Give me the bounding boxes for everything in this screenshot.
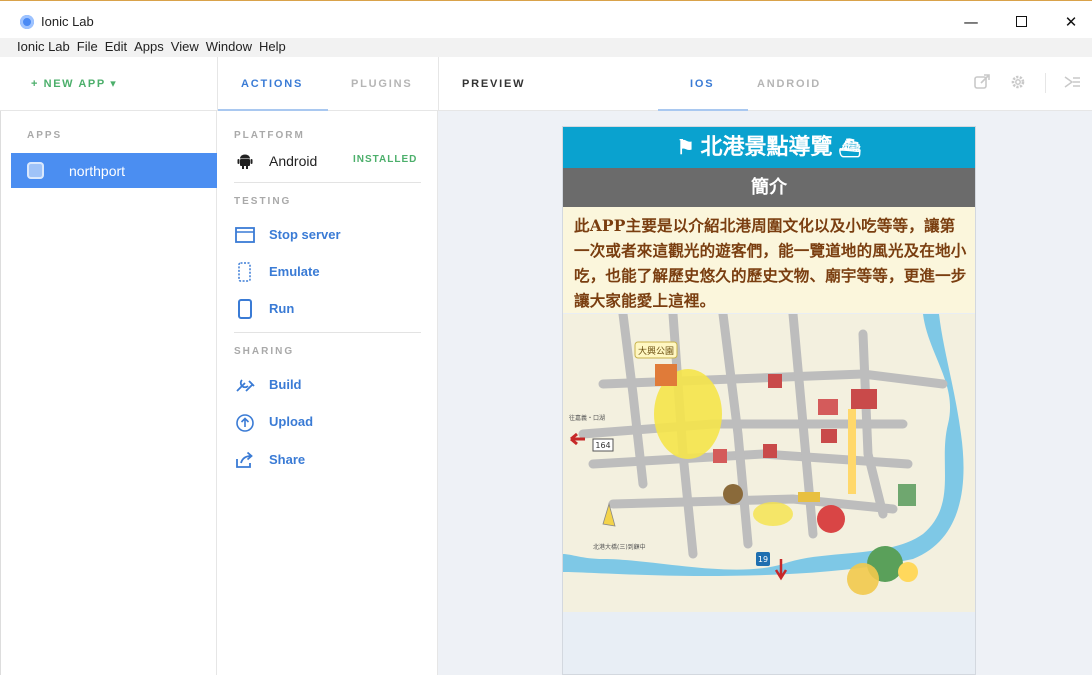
flag-icon: ⚑ — [676, 135, 695, 159]
sidebar-item-northport[interactable]: northport — [11, 153, 217, 188]
installed-badge: INSTALLED — [353, 154, 418, 165]
map-bottom-note: 北港大橋(三)到顧中 — [593, 543, 646, 551]
map-route-19: 19 — [758, 555, 768, 564]
new-app-button[interactable]: + NEW APP ▾ — [31, 77, 117, 90]
intro-heading: 簡介 — [563, 168, 975, 207]
stop-server-label: Stop server — [269, 227, 341, 242]
title-bar: Ionic Lab — ✕ — [0, 0, 1092, 38]
phone-icon — [234, 299, 256, 319]
platform-name: Android — [269, 153, 318, 169]
map-left-note: 往嘉義・口湖 — [569, 414, 605, 422]
tourist-map-image: 大興公園 164 往嘉義・口湖 19 北港大橋(三)到顧中 — [563, 309, 975, 612]
minimize-button[interactable]: — — [960, 11, 982, 33]
share-icon — [234, 450, 256, 470]
app-header-title: 北港景點導覽 — [700, 134, 833, 160]
device-preview[interactable]: ⚑ 北港景點導覽 ⛴ 簡介 此APP主要是以介紹北港周圍文化以及小吃等等，讓第一次或… — [562, 126, 976, 675]
tab-plugins[interactable]: PLUGINS — [351, 78, 413, 90]
upload-icon — [234, 412, 256, 432]
upload-label: Upload — [269, 414, 314, 429]
menu-view[interactable]: View — [171, 38, 199, 57]
ionic-app-icon — [20, 15, 34, 29]
maximize-button[interactable] — [1010, 11, 1032, 33]
android-icon — [237, 154, 253, 169]
toolbar-divider — [1045, 73, 1046, 93]
actions-panel: PLATFORM Android INSTALLED TESTING Stop … — [217, 111, 438, 675]
app-header: ⚑ 北港景點導覽 ⛴ — [563, 127, 975, 168]
menu-window[interactable]: Window — [206, 38, 252, 57]
apps-heading: APPS — [27, 130, 63, 141]
wrench-icon — [234, 375, 256, 395]
divider — [234, 332, 421, 333]
platform-heading: PLATFORM — [234, 130, 305, 141]
close-button[interactable]: ✕ — [1060, 11, 1082, 33]
share-button[interactable]: Share — [234, 449, 424, 471]
intro-text: 此APP主要是以介紹北港周圍文化以及小吃等等，讓第一次或者來這觀光的遊客們，能一… — [563, 207, 975, 313]
browser-window-icon — [234, 225, 256, 245]
map-label-park: 大興公園 — [638, 345, 674, 357]
emulate-label: Emulate — [269, 264, 320, 279]
stop-server-button[interactable]: Stop server — [234, 224, 424, 246]
external-link-icon[interactable] — [973, 73, 991, 91]
menu-file[interactable]: File — [77, 38, 98, 57]
sharing-heading: SHARING — [234, 346, 295, 357]
map-route-164: 164 — [595, 441, 610, 450]
window-title: Ionic Lab — [41, 14, 94, 29]
menu-bar: Ionic Lab File Edit Apps View Window Hel… — [0, 38, 1092, 57]
tab-actions[interactable]: ACTIONS — [241, 78, 303, 90]
collapse-panel-icon[interactable] — [1063, 73, 1081, 91]
run-label: Run — [269, 301, 295, 316]
app-name: northport — [69, 163, 126, 179]
apps-sidebar: APPS northport — [0, 111, 217, 675]
dashed-phone-icon — [234, 262, 256, 282]
content-bottom-space — [563, 612, 975, 674]
tab-android[interactable]: ANDROID — [757, 78, 821, 90]
menu-ionic-lab[interactable]: Ionic Lab — [17, 38, 70, 57]
app-icon — [27, 162, 44, 179]
build-button[interactable]: Build — [234, 374, 424, 396]
menu-apps[interactable]: Apps — [134, 38, 164, 57]
toolbar-divider — [438, 57, 439, 111]
preview-area: ⚑ 北港景點導覽 ⛴ 簡介 此APP主要是以介紹北港周圍文化以及小吃等等，讓第一次或… — [438, 111, 1092, 675]
maximize-icon — [1015, 16, 1027, 27]
top-toolbar: + NEW APP ▾ ACTIONS PLUGINS PREVIEW IOS … — [0, 57, 1092, 111]
preview-label: PREVIEW — [462, 78, 526, 90]
menu-help[interactable]: Help — [259, 38, 286, 57]
run-button[interactable]: Run — [234, 298, 424, 320]
divider — [234, 182, 421, 183]
toolbar-divider — [217, 57, 218, 111]
boat-icon: ⛴ — [838, 138, 862, 159]
build-label: Build — [269, 377, 302, 392]
testing-heading: TESTING — [234, 196, 292, 207]
tab-ios[interactable]: IOS — [690, 78, 714, 90]
menu-edit[interactable]: Edit — [105, 38, 127, 57]
upload-button[interactable]: Upload — [234, 411, 424, 433]
share-label: Share — [269, 452, 306, 467]
emulate-button[interactable]: Emulate — [234, 261, 424, 283]
gear-icon[interactable] — [1009, 73, 1027, 91]
